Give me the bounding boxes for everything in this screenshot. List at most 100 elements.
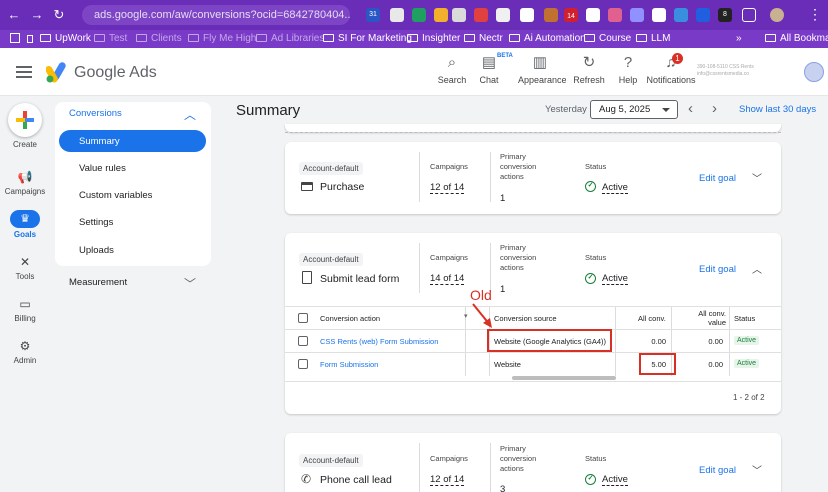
hamburger-menu-icon[interactable]	[16, 66, 32, 78]
extension-icon[interactable]	[608, 8, 622, 22]
campaigns-value[interactable]: 12 of 14	[430, 474, 465, 486]
col-conversion-source[interactable]: Conversion source	[494, 314, 557, 323]
extension-icon[interactable]	[696, 8, 710, 22]
extension-badge-icon[interactable]: 14	[564, 8, 578, 22]
puzzle-icon[interactable]	[742, 8, 756, 22]
campaigns-value[interactable]: 14 of 14	[430, 273, 465, 285]
campaigns-label: Campaigns	[430, 253, 468, 262]
extension-icon[interactable]	[434, 8, 448, 22]
extension-icon[interactable]	[390, 8, 404, 22]
extension-icon[interactable]	[674, 8, 688, 22]
user-avatar[interactable]	[804, 62, 824, 82]
more-bookmarks-icon[interactable]: »	[736, 30, 742, 48]
page-icon[interactable]	[27, 35, 33, 43]
rail-admin[interactable]: ⚙ Admin	[0, 339, 50, 365]
bookmark-label: Insighter	[422, 33, 461, 44]
bookmark-fly-me-high[interactable]: Fly Me High	[188, 30, 256, 48]
trophy-icon[interactable]: ♛	[10, 210, 40, 228]
bookmark-all[interactable]: All Bookmarks	[765, 30, 828, 48]
chevron-up-icon[interactable]: ︿	[752, 261, 762, 276]
extension-icon[interactable]	[452, 8, 466, 22]
horizontal-scrollbar[interactable]	[512, 376, 616, 380]
extension-icon[interactable]	[474, 8, 488, 22]
account-info[interactable]: 390-108-5110 CSS Rents info@cssrentsmedia…	[697, 64, 797, 78]
back-icon[interactable]: ←	[6, 7, 22, 23]
rail-campaigns[interactable]: 📢 Campaigns	[0, 170, 50, 196]
folder-icon	[509, 34, 520, 42]
calendar-icon[interactable]: 31	[366, 8, 380, 22]
col-all-conv-value[interactable]: All conv. value	[678, 309, 726, 327]
chevron-up-icon[interactable]: ︿	[184, 106, 196, 123]
extension-icon[interactable]	[652, 8, 666, 22]
row-checkbox[interactable]	[298, 336, 308, 346]
bookmark-clients[interactable]: Clients	[136, 30, 182, 48]
edit-goal-link[interactable]: Edit goal	[699, 264, 736, 275]
bookmark-course[interactable]: Course	[584, 30, 631, 48]
resize-handle-icon[interactable]: ▾	[464, 312, 468, 320]
chevron-down-icon[interactable]: ﹀	[752, 462, 762, 477]
select-all-checkbox[interactable]	[298, 313, 308, 323]
forward-icon[interactable]: →	[29, 7, 45, 23]
chevron-down-icon[interactable]: ﹀	[752, 170, 762, 185]
bookmark-test[interactable]: Test	[94, 30, 127, 48]
bookmark-nectr[interactable]: Nectr	[464, 30, 503, 48]
edit-goal-link[interactable]: Edit goal	[699, 173, 736, 184]
annotation-label: Old	[470, 287, 492, 303]
profile-avatar[interactable]	[770, 8, 784, 22]
col-all-conv[interactable]: All conv.	[638, 314, 666, 323]
primary-count: 1	[500, 284, 506, 295]
label-line: actions	[500, 172, 524, 181]
chevron-down-icon[interactable]: ﹀	[184, 275, 196, 292]
extension-icon[interactable]	[520, 8, 534, 22]
extension-icon[interactable]	[586, 8, 600, 22]
help-icon: ?	[623, 54, 633, 71]
bookmark-insighter[interactable]: Insighter	[407, 30, 460, 48]
header-refresh-button[interactable]: ↻ Refresh	[567, 54, 611, 85]
bookmark-upwork[interactable]: UpWork	[40, 30, 91, 48]
header-appearance-button[interactable]: ▥ Appearance	[518, 54, 567, 85]
nav-section-measurement[interactable]: Measurement	[69, 277, 127, 288]
extension-icon[interactable]	[630, 8, 644, 22]
bookmark-llm[interactable]: LLM	[636, 30, 670, 48]
row-checkbox[interactable]	[298, 359, 308, 369]
extension-icon[interactable]	[544, 8, 558, 22]
show-last-30-days-link[interactable]: Show last 30 days	[739, 104, 816, 115]
chevron-left-icon[interactable]: ‹	[688, 100, 693, 117]
google-ads-logo	[46, 62, 66, 83]
bookmark-ad-libraries[interactable]: Ad Libraries	[256, 30, 324, 48]
folder-icon	[323, 34, 334, 42]
status-value: Active	[602, 182, 628, 194]
address-bar[interactable]: ads.google.com/aw/conversions?ocid=68427…	[82, 5, 350, 25]
nav-item-settings[interactable]: Settings	[79, 217, 113, 228]
goal-name[interactable]: Submit lead form	[320, 273, 399, 285]
bookmark-ai-automation[interactable]: Ai Automation	[509, 30, 586, 48]
conversion-action-link[interactable]: CSS Rents (web) Form Submission	[320, 337, 438, 346]
rail-tools[interactable]: ✕ Tools	[0, 255, 50, 281]
header-notifications-button[interactable]: ♫ Notifications	[645, 54, 697, 85]
kebab-menu-icon[interactable]: ⋮	[808, 6, 822, 23]
bookmark-si-for-marketing[interactable]: SI For Marketing	[323, 30, 412, 48]
apps-grid-icon[interactable]	[10, 33, 20, 43]
campaigns-value[interactable]: 12 of 14	[430, 182, 465, 194]
col-status[interactable]: Status	[734, 314, 755, 323]
reload-icon[interactable]: ↻	[51, 7, 67, 23]
goal-name[interactable]: Purchase	[320, 181, 364, 193]
date-picker[interactable]: Aug 5, 2025	[590, 100, 678, 119]
create-button[interactable]	[8, 103, 42, 137]
extension-icon[interactable]	[496, 8, 510, 22]
nav-item-uploads[interactable]: Uploads	[79, 245, 114, 256]
nav-item-summary[interactable]: Summary	[79, 136, 120, 147]
nav-section-conversions[interactable]: Conversions	[69, 108, 122, 119]
rail-billing[interactable]: ▭ Billing	[0, 297, 50, 323]
header-help-button[interactable]: ? Help	[606, 54, 650, 85]
col-conversion-action[interactable]: Conversion action	[320, 314, 380, 323]
nav-item-custom-variables[interactable]: Custom variables	[79, 190, 152, 201]
rail-goals[interactable]: Goals	[0, 230, 50, 239]
edit-goal-link[interactable]: Edit goal	[699, 465, 736, 476]
nav-item-value-rules[interactable]: Value rules	[79, 163, 126, 174]
goal-name[interactable]: Phone call lead	[320, 474, 392, 486]
extension-icon[interactable]	[412, 8, 426, 22]
chevron-right-icon[interactable]: ›	[712, 100, 717, 117]
conversion-action-link[interactable]: Form Submission	[320, 360, 378, 369]
extension-icon[interactable]: 8	[718, 8, 732, 22]
